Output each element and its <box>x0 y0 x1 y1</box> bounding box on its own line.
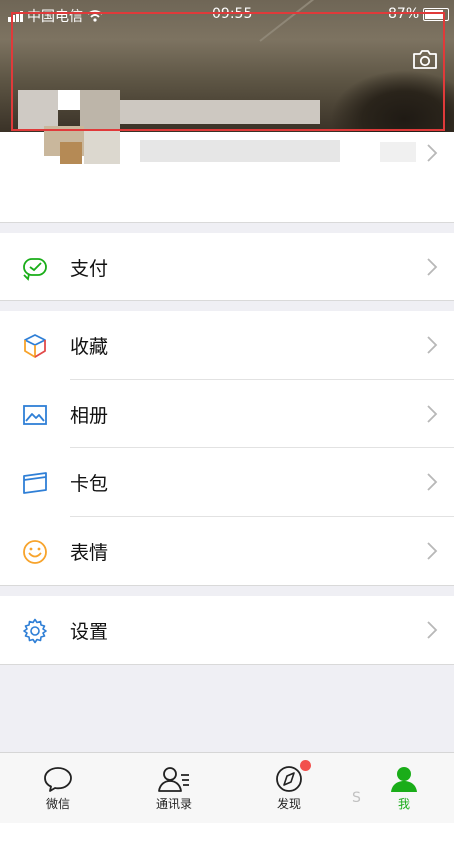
highlight-box <box>11 12 445 131</box>
empty-area <box>0 664 454 753</box>
menu-item-album[interactable]: 相册 <box>0 380 454 448</box>
tab-chats[interactable]: 微信 <box>18 753 98 823</box>
menu-item-cards[interactable]: 卡包 <box>0 448 454 516</box>
menu-item-label: 设置 <box>70 621 109 643</box>
gear-icon <box>23 618 47 644</box>
smiley-icon <box>23 540 47 564</box>
me-person-icon <box>391 767 417 792</box>
menu-item-label: 相册 <box>70 405 109 427</box>
tab-label: 通讯录 <box>155 797 192 811</box>
picture-album-icon <box>23 405 47 425</box>
avatar <box>60 142 82 164</box>
menu-item-stickers[interactable]: 表情 <box>0 517 454 585</box>
wallet-pay-icon <box>23 258 47 281</box>
tab-discover[interactable]: 发现 <box>249 753 329 823</box>
chevron-right-icon <box>427 542 438 560</box>
notification-badge-dot <box>300 760 311 771</box>
chevron-right-icon <box>427 473 438 491</box>
card-wallet-icon <box>23 472 47 494</box>
menu-item-settings[interactable]: 设置 <box>0 596 454 664</box>
qr-code-icon <box>380 142 416 162</box>
cube-favorites-icon <box>24 334 46 358</box>
menu-item-pay[interactable]: 支付 <box>0 233 454 301</box>
compass-icon <box>276 766 302 792</box>
profile-id-blur <box>140 140 340 162</box>
chevron-right-icon <box>427 336 438 354</box>
tab-label: 微信 <box>45 797 70 811</box>
menu-item-favorites[interactable]: 收藏 <box>0 311 454 379</box>
menu-item-label: 收藏 <box>70 336 109 358</box>
menu-item-label: 卡包 <box>70 473 109 495</box>
avatar <box>84 130 120 164</box>
chevron-right-icon <box>427 258 438 276</box>
chat-bubble-icon <box>44 767 72 792</box>
menu-item-label: 表情 <box>70 542 109 564</box>
watermark-logo: S <box>352 790 361 806</box>
chevron-right-icon <box>427 144 438 162</box>
tab-me[interactable]: 我 <box>364 753 444 823</box>
contacts-icon <box>158 767 189 792</box>
tab-label: 发现 <box>276 797 301 811</box>
chevron-right-icon <box>427 405 438 423</box>
tab-label: 我 <box>397 797 410 811</box>
chevron-right-icon <box>427 621 438 639</box>
menu-item-label: 支付 <box>70 258 109 280</box>
tab-contacts[interactable]: 通讯录 <box>134 753 214 823</box>
bottom-tab-bar: 微信 通讯录 发现 我 <box>0 752 454 823</box>
